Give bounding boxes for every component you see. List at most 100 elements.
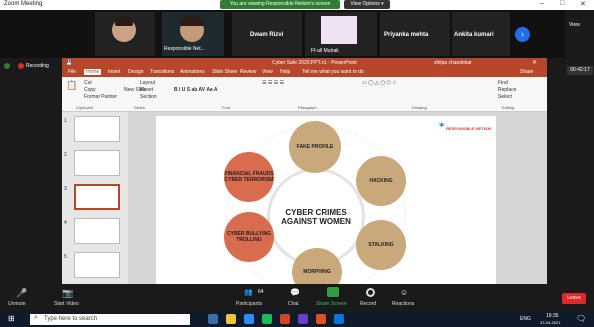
tell-me-search[interactable]: Tell me what you want to do [302,69,364,75]
clock-time[interactable]: 19:35 [546,313,559,319]
next-page-arrow-icon[interactable]: › [515,27,530,42]
tab-file[interactable]: File [68,69,76,75]
participant-tile[interactable] [95,12,155,56]
select-button[interactable]: Select [498,94,512,100]
responsible-netism-logo-icon: ✶ [438,120,446,130]
share-screen-icon[interactable] [327,287,339,297]
clock-date[interactable]: 22-04-2021 [540,320,560,325]
tab-help[interactable]: Help [280,69,290,75]
cut-button[interactable]: Cut [84,80,92,86]
meeting-timer: 00:42:17 [567,66,593,75]
participant-count: 64 [258,289,264,295]
file-explorer-icon[interactable] [226,314,236,324]
find-button[interactable]: Find [498,80,508,86]
close-icon[interactable]: ✕ [580,0,586,8]
ppt-user: shilpa chandekar [434,60,472,66]
view-options-button[interactable]: View Options ▾ [344,0,390,9]
group-label: Clipboard [76,105,94,110]
record-icon[interactable] [366,288,375,297]
leave-button[interactable]: Leave [562,293,586,304]
participant-tile[interactable]: Priyanka mehta [380,12,450,56]
font-format-icons[interactable]: B I U S ab AV Aa A [174,87,218,93]
ppt-title: Cyber Safe 2020.PPT.x1 - PowerPoint [272,60,357,66]
chrome-icon[interactable] [316,314,326,324]
view-button[interactable]: View [569,22,580,28]
slide-thumbnail-selected[interactable] [74,184,120,210]
bubble-stalking: STALKING [356,220,406,270]
thumb-number: 5 [64,254,67,260]
slide-thumbnail[interactable] [74,218,120,244]
copy-button[interactable]: Copy [84,87,96,93]
taskbar-search-input[interactable]: Type here to search [30,314,190,325]
current-slide[interactable]: CYBER CRIMES AGAINST WOMEN FAKE PROFILE … [156,116,496,296]
tab-home[interactable]: Home [84,69,102,75]
share-button[interactable]: Share [520,69,533,75]
reactions-icon[interactable]: ☺ [400,288,408,297]
language-indicator[interactable]: ENG [520,316,531,322]
participants-icon[interactable]: 👥 [244,288,253,296]
zoom-app-icon[interactable] [244,314,254,324]
tab-insert[interactable]: Insert [108,69,121,75]
reactions-button[interactable]: Reactions [392,301,414,307]
hair-shape [180,16,204,26]
replace-button[interactable]: Replace [498,87,516,93]
reset-button[interactable]: Reset [140,87,153,93]
recording-label: Recording [26,63,49,69]
chat-icon[interactable]: 💬 [290,288,300,297]
record-button[interactable]: Record [360,301,376,307]
ppt-titlebar: 💾 Cyber Safe 2020.PPT.x1 - PowerPoint sh… [62,58,547,68]
hair-shape [115,16,133,26]
ribbon-home: 📋 Cut Copy Format Painter New Slide Layo… [62,77,547,112]
participant-tile[interactable]: Ankita kumari [452,12,510,56]
ppt-close-icon[interactable]: ✕ [532,59,537,66]
section-button[interactable]: Section [140,94,157,100]
window-title: Zoom Meeting [4,1,43,7]
slide-thumbnail[interactable] [74,150,120,176]
windows-start-icon[interactable]: ⊞ [8,314,15,323]
bubble-cyber-bullying: CYBER BULLYING TROLLING [224,212,274,262]
tab-design[interactable]: Design [128,69,144,75]
task-view-icon[interactable] [208,314,218,324]
layout-button[interactable]: Layout [140,80,155,86]
participant-tile[interactable]: Responsible Net... [162,12,224,56]
maximize-icon[interactable]: □ [560,0,564,7]
share-screen-button[interactable]: Share Screen [316,301,347,307]
slide-thumbnail[interactable] [74,116,120,142]
participant-tile[interactable]: Ff-all Mutrak [305,12,377,56]
participant-name: Priyanka mehta [384,32,429,38]
unmute-button[interactable]: Unmute [8,301,26,307]
participant-tile[interactable]: Dwam Rizvi [232,12,302,56]
participants-button[interactable]: Participants [236,301,262,307]
bubble-financial-frauds: FINANCIAL FRAUDS CYBER TERRORISM [224,152,274,202]
participant-name: Ankita kumari [454,32,494,38]
video-camera-icon[interactable]: 📷 [62,288,73,299]
tab-review[interactable]: Review [240,69,256,75]
chat-button[interactable]: Chat [288,301,299,307]
participant-image [321,16,357,44]
slide-editing-area: CYBER CRIMES AGAINST WOMEN FAKE PROFILE … [128,112,547,297]
notification-icon[interactable]: 🗨 [576,314,586,323]
format-painter-button[interactable]: Format Painter [84,94,117,100]
left-sidebar: Recording [0,58,62,297]
microphone-muted-icon[interactable]: 🎤 [16,288,27,299]
tab-transitions[interactable]: Transitions [150,69,174,75]
ribbon-tabs: File Home Insert Design Transitions Anim… [62,68,547,77]
slide-thumbnails-pane: 1 2 3 4 5 [62,112,128,297]
start-video-button[interactable]: Start Video [54,301,79,307]
thumb-number: 1 [64,118,67,124]
security-shield-icon[interactable] [4,63,10,69]
spotify-icon[interactable] [262,314,272,324]
slide-thumbnail[interactable] [74,252,120,278]
paste-icon[interactable]: 📋 [66,80,77,91]
edge-icon[interactable] [334,314,344,324]
paragraph-format-icons[interactable]: ☰ ☰ ☰ ☰ [262,80,284,86]
shapes-gallery[interactable]: ▭ ◯ △ ▢ ⬠ ☆ [362,80,397,86]
minimize-icon[interactable]: – [540,0,544,7]
app-icon[interactable] [298,314,308,324]
tab-animations[interactable]: Animations [180,69,205,75]
save-icon[interactable]: 💾 [66,60,72,66]
tab-view[interactable]: View [262,69,273,75]
powerpoint-app-icon[interactable] [280,314,290,324]
bubble-hacking: HACKING [356,156,406,206]
tab-slide-show[interactable]: Slide Show [212,69,237,75]
